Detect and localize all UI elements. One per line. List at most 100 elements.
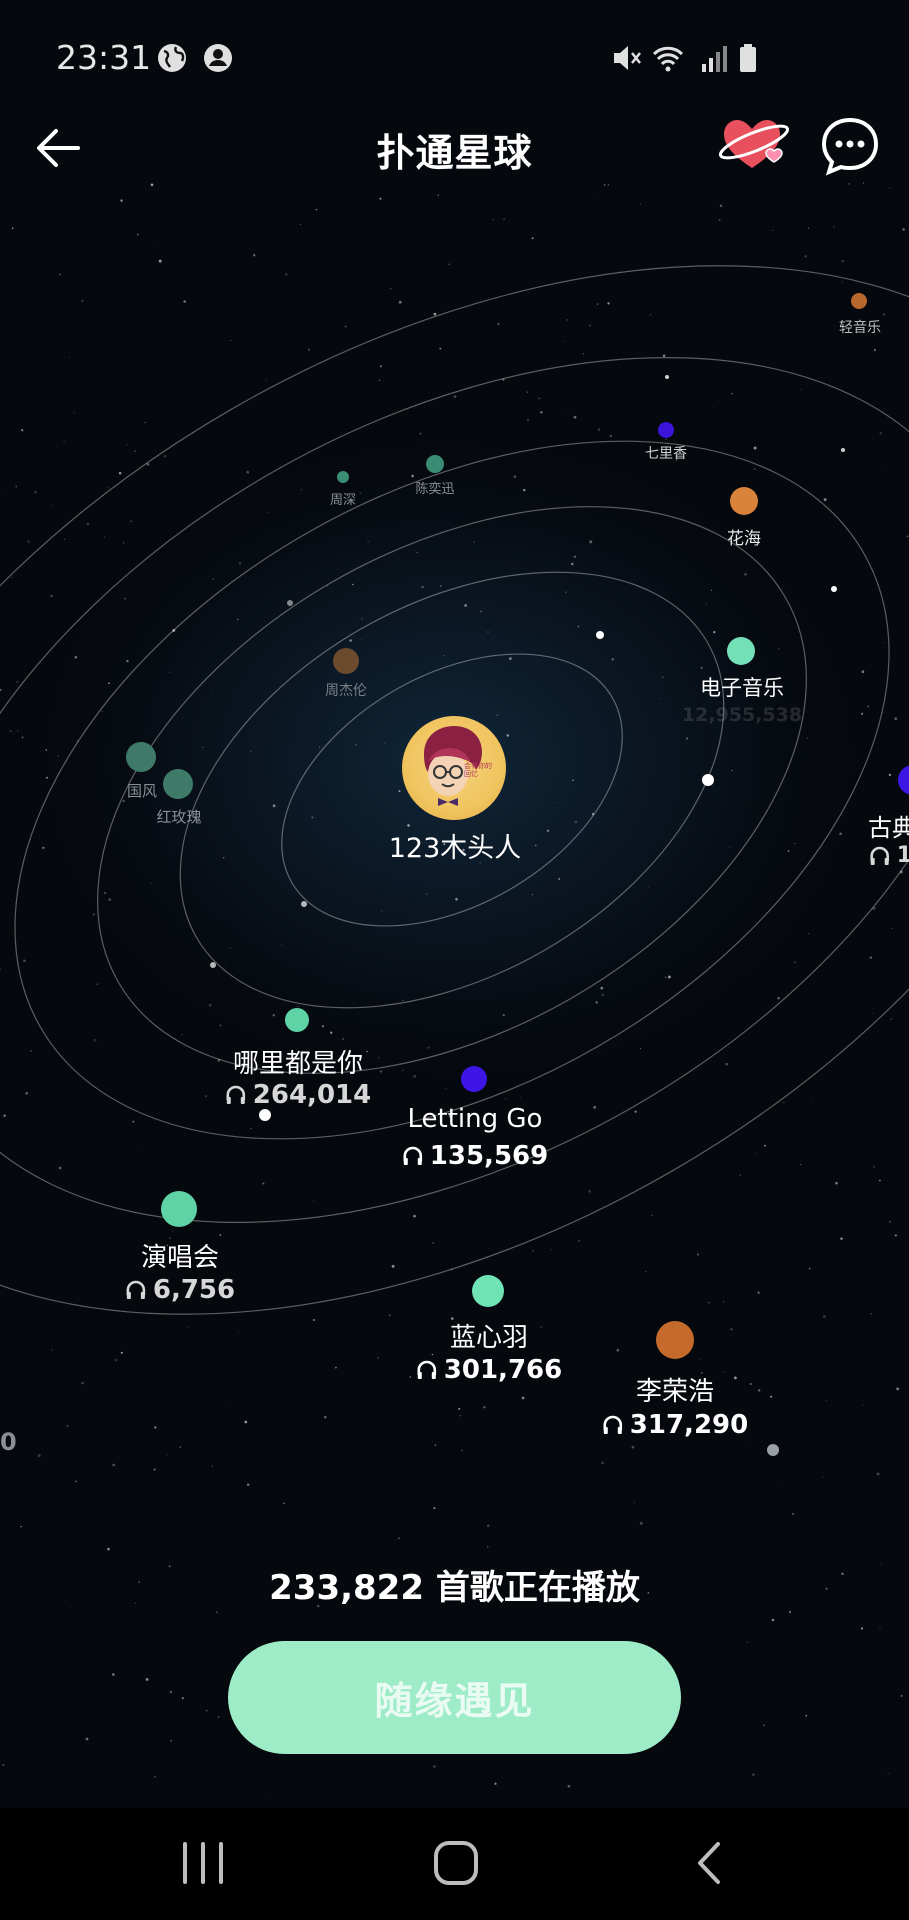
planet-lan-xin-yu[interactable] [472,1275,504,1307]
planet-letting-go[interactable] [461,1066,487,1092]
star [75,1480,77,1483]
star [888,773,892,777]
star [366,1050,368,1053]
listen-count: 317,290 [602,1410,748,1440]
star [651,1214,653,1217]
star [869,956,873,959]
wifi-icon [652,46,684,72]
planet-light-music[interactable] [851,293,867,309]
star [42,846,45,850]
star [800,388,802,390]
star [154,1775,156,1778]
star [419,432,422,435]
orbit-dot [287,600,293,606]
star [595,1001,599,1004]
star [30,1050,33,1053]
star [749,1383,752,1385]
star [879,432,882,435]
star [633,1502,635,1504]
planet-qi-li-xiang[interactable] [658,422,674,438]
star [108,898,112,902]
random-encounter-button[interactable]: 随缘遇见 [228,1641,681,1754]
star [778,648,780,650]
planet-label: 花海 [727,529,761,549]
planet-hong-mei-gui[interactable] [163,769,193,799]
star [402,1069,404,1071]
star [538,397,540,400]
star [330,1031,333,1034]
orbit-dot [301,901,307,907]
star [215,1611,218,1614]
star [458,1407,461,1410]
star [804,255,807,258]
planet-label: 哪里都是你 [232,1049,364,1079]
orbit-dot [702,774,714,786]
star [112,1673,115,1676]
star [63,441,65,443]
planet-electronic[interactable] [727,637,755,665]
recent-apps-icon[interactable] [175,1838,231,1888]
star [126,659,129,663]
star [27,540,30,543]
star [540,411,543,414]
star [25,1092,28,1095]
planet-concert[interactable] [161,1191,197,1227]
star [107,487,109,489]
nav-back-icon[interactable] [682,1838,738,1888]
star [68,356,70,359]
planet-zhou-shen[interactable] [337,471,349,483]
star [2,1764,5,1767]
star [217,1716,220,1718]
star [464,604,467,607]
star [312,1318,315,1322]
planet-label: 周深 [329,493,357,508]
star [11,576,13,579]
star [788,1610,792,1614]
star [494,1782,497,1785]
star [359,492,362,495]
star [319,746,321,748]
star [434,1444,437,1446]
star [409,1376,412,1378]
star [238,1331,240,1333]
star [667,975,671,979]
listen-count-value: 10 [896,843,909,868]
headphone-icon [126,1280,146,1299]
globe-icon [158,44,186,72]
planet-hua-hai[interactable] [730,487,758,515]
star [335,1366,337,1369]
star [567,1784,571,1788]
star [222,856,225,859]
center-username: 123木头人 [388,833,522,864]
star [183,300,187,303]
planet-nali-dou-shi-ni[interactable] [285,1008,309,1032]
star [230,340,232,342]
planet-guo-feng[interactable] [126,742,156,772]
star [402,999,404,1001]
star [21,736,24,739]
star [211,690,213,692]
planet-label: 古典 [868,814,909,842]
star [833,225,835,228]
star [246,1483,250,1486]
star [122,541,125,544]
star [145,1677,149,1681]
status-time: 23:31 [56,38,152,77]
planet-li-rong-hao[interactable] [656,1321,694,1359]
home-icon[interactable] [428,1838,484,1888]
star [166,1454,168,1456]
planet-zhou-jie-lun[interactable] [333,648,359,674]
user-avatar[interactable]: 会有你的回忆 [402,716,506,820]
star [361,639,362,641]
star [122,799,125,803]
planet-chen-yi-xun[interactable] [426,455,444,473]
star [0,968,1,971]
heart-planet-icon[interactable] [716,112,792,174]
star [171,1230,173,1232]
chat-bubble-icon[interactable] [820,116,880,176]
star [527,419,529,422]
star [224,961,226,963]
star [136,233,139,236]
star [523,488,526,492]
star [532,894,533,896]
